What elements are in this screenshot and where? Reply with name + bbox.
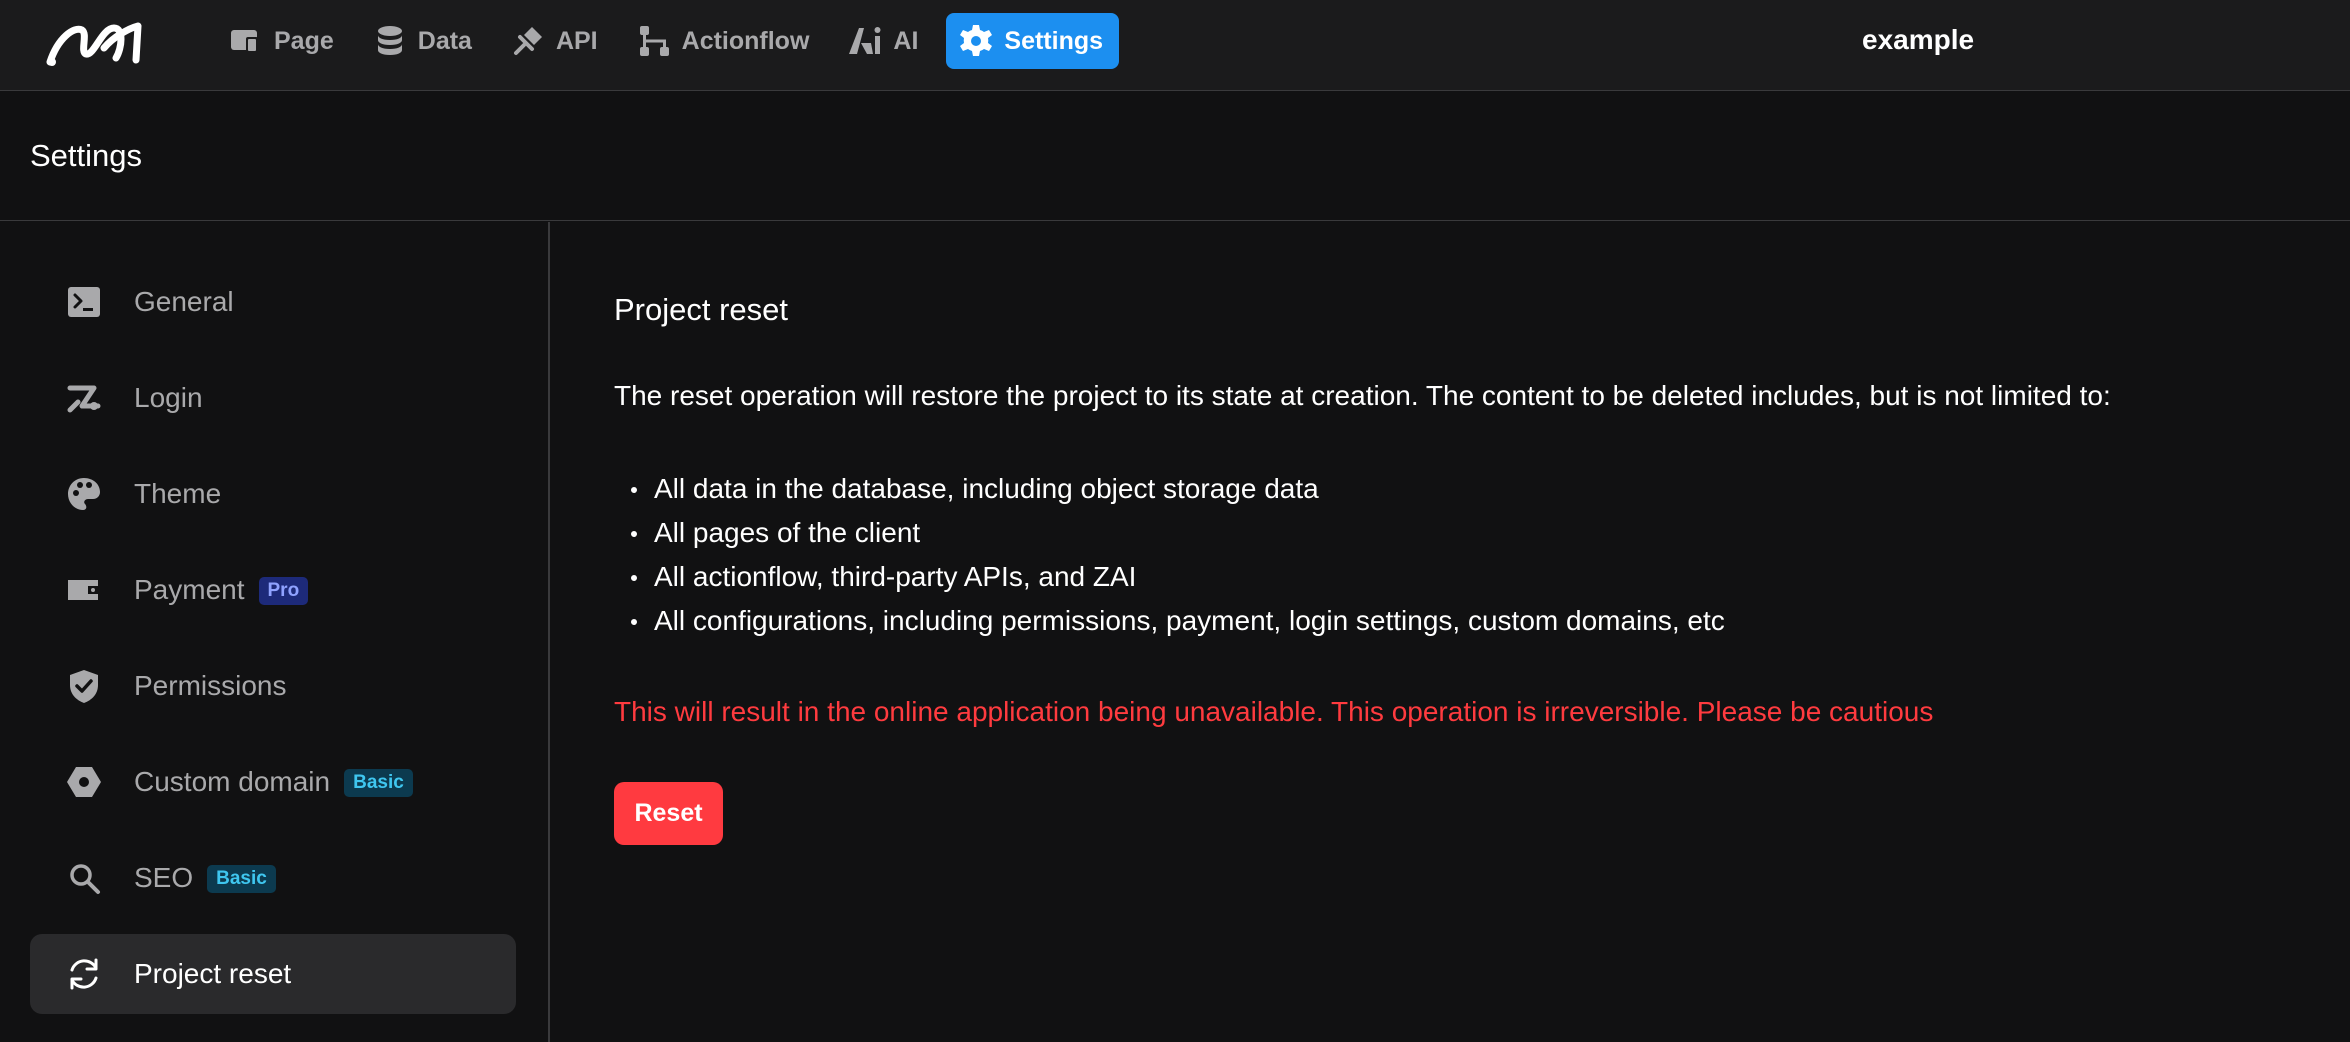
reset-button[interactable]: Reset xyxy=(614,782,723,845)
sidebar-item-login[interactable]: Login xyxy=(30,358,516,438)
sidebar-item-label: Custom domain xyxy=(134,766,331,797)
login-icon xyxy=(67,385,101,413)
sidebar-item-custom-domain[interactable]: Custom domain Basic xyxy=(30,742,516,822)
top-bar: Page Data API Actionflow AI Settings exa… xyxy=(0,0,2350,91)
shield-check-icon xyxy=(70,670,98,703)
ai-icon xyxy=(849,27,881,54)
hexagon-icon xyxy=(67,767,101,797)
warning-text: This will result in the online applicati… xyxy=(614,696,1934,727)
list-item: All pages of the client xyxy=(614,511,1725,555)
page-title: Settings xyxy=(30,138,143,173)
sidebar-item-label: Theme xyxy=(134,478,222,509)
list-item: All data in the database, including obje… xyxy=(614,467,1725,511)
nav-actionflow-label: Actionflow xyxy=(681,26,810,55)
palette-icon xyxy=(68,478,100,510)
sidebar-item-permissions[interactable]: Permissions xyxy=(30,646,516,726)
project-name[interactable]: example xyxy=(1862,24,1974,56)
nav-api-label: API xyxy=(555,26,598,55)
sidebar-item-label-wrap: Payment Pro xyxy=(134,574,309,606)
sidebar-item-payment[interactable]: Payment Pro xyxy=(30,550,516,630)
sidebar-item-general[interactable]: General xyxy=(30,262,516,342)
nav-page-label: Page xyxy=(274,26,334,55)
gear-icon xyxy=(960,25,993,56)
nav-settings[interactable]: Settings xyxy=(946,13,1120,69)
list-item: All actionflow, third-party APIs, and ZA… xyxy=(614,555,1725,599)
plug-icon xyxy=(513,27,542,55)
main-nav: Page Data API Actionflow AI Settings xyxy=(218,13,1137,69)
reset-description: The reset operation will restore the pro… xyxy=(614,380,2111,411)
nav-data[interactable]: Data xyxy=(362,13,482,69)
flow-icon xyxy=(639,26,669,56)
sidebar-item-label: SEO xyxy=(134,862,194,893)
search-icon xyxy=(70,864,100,894)
sidebar-item-label-wrap: SEO Basic xyxy=(134,862,276,894)
terminal-icon xyxy=(68,287,100,317)
basic-badge: Basic xyxy=(344,769,413,797)
nav-settings-label: Settings xyxy=(1004,26,1104,55)
nav-page[interactable]: Page xyxy=(218,13,344,69)
sidebar-item-label: Login xyxy=(134,382,203,413)
section-title: Project reset xyxy=(614,292,789,327)
settings-header: Settings xyxy=(0,92,2350,221)
nav-actionflow[interactable]: Actionflow xyxy=(626,13,820,69)
list-item: All configurations, including permission… xyxy=(614,599,1725,643)
sidebar-item-label: Project reset xyxy=(134,958,292,989)
nav-ai[interactable]: AI xyxy=(837,13,928,69)
sidebar-item-label-wrap: Custom domain Basic xyxy=(134,766,413,798)
main-content: Project reset The reset operation will r… xyxy=(552,222,2350,1042)
nav-data-label: Data xyxy=(417,26,472,55)
sidebar-item-label: Payment xyxy=(134,574,245,605)
pro-badge: Pro xyxy=(258,577,309,605)
nav-api[interactable]: API xyxy=(500,13,608,69)
database-icon xyxy=(377,26,402,55)
nav-ai-label: AI xyxy=(893,26,919,55)
logo-icon[interactable] xyxy=(44,18,144,68)
sidebar-item-theme[interactable]: Theme xyxy=(30,454,516,534)
sidebar-item-label: Permissions xyxy=(134,670,287,701)
basic-badge: Basic xyxy=(207,865,276,893)
deleted-content-list: All data in the database, including obje… xyxy=(614,467,1725,643)
sidebar-item-label: General xyxy=(134,286,234,317)
refresh-icon xyxy=(70,958,98,990)
sidebar-item-project-reset[interactable]: Project reset xyxy=(30,934,516,1014)
settings-sidebar: General Login Theme Payment Pro Permissi… xyxy=(0,222,550,1042)
page-icon xyxy=(231,30,258,53)
wallet-icon xyxy=(68,580,100,600)
sidebar-item-seo[interactable]: SEO Basic xyxy=(30,838,516,918)
